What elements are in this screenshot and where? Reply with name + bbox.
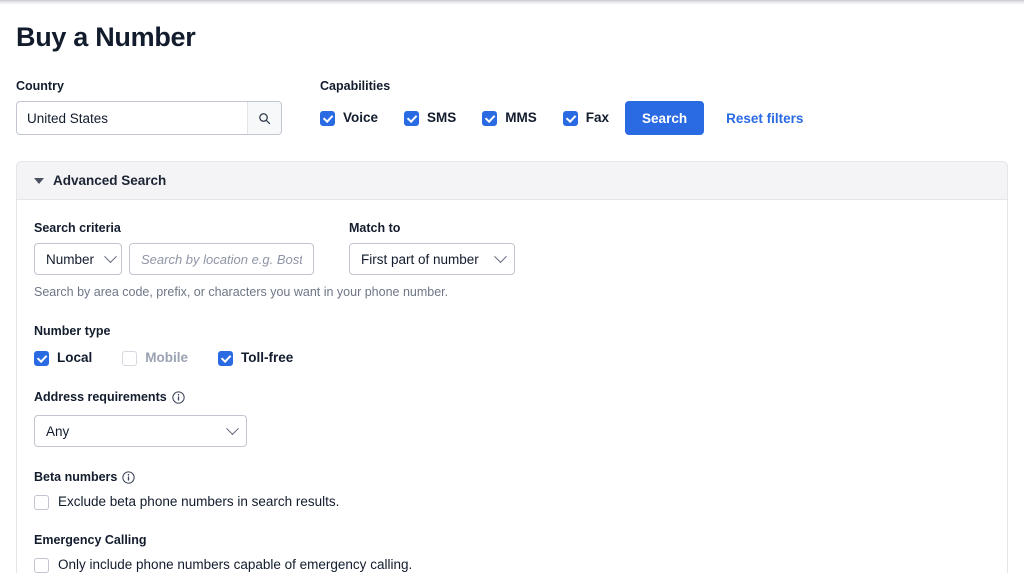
checkbox-box-beta-numbers[interactable] — [34, 494, 49, 510]
capability-checkbox-mms[interactable]: MMS — [482, 110, 537, 126]
number-type-label-mobile: Mobile — [145, 350, 189, 365]
advanced-search-title: Advanced Search — [53, 173, 167, 188]
emergency-calling-section: Emergency Calling Only include phone num… — [34, 532, 990, 573]
checkbox-box-voice[interactable] — [320, 110, 335, 126]
search-criteria-label: Search criteria — [34, 221, 121, 235]
checkbox-box-toll-free[interactable] — [218, 350, 234, 366]
page-title: Buy a Number — [16, 22, 196, 52]
capabilities-row: Voice SMS MMS Fax Search Reset filters — [320, 101, 1008, 135]
reset-filters-link[interactable]: Reset filters — [726, 111, 803, 126]
criteria-row: Search criteria Number Match to First pa… — [34, 220, 990, 275]
emergency-calling-label-text: Emergency Calling — [34, 533, 147, 547]
beta-numbers-checkbox-label: Exclude beta phone numbers in search res… — [58, 494, 340, 509]
country-field-group: Country — [16, 78, 282, 135]
emergency-calling-label: Emergency Calling — [34, 532, 990, 548]
country-search-button[interactable] — [247, 102, 281, 134]
capability-checkbox-sms[interactable]: SMS — [404, 110, 456, 126]
address-requirements-section: Address requirements Any — [34, 389, 990, 447]
capability-label-voice: Voice — [343, 110, 379, 125]
page-container: Buy a Number Country Capabilities — [0, 0, 1024, 573]
match-to-select[interactable]: First part of number — [349, 243, 515, 275]
search-query-input[interactable] — [129, 243, 314, 275]
checkbox-box-mms[interactable] — [482, 110, 498, 126]
primary-filter-row: Country Capabilities Voice — [16, 78, 1008, 135]
number-type-label-toll-free: Toll-free — [241, 350, 294, 365]
info-icon[interactable] — [122, 470, 136, 484]
beta-numbers-checkbox[interactable]: Exclude beta phone numbers in search res… — [34, 494, 990, 510]
country-label: Country — [16, 79, 64, 93]
checkbox-box-mobile — [122, 350, 138, 366]
match-to-label: Match to — [349, 221, 401, 235]
capability-checkbox-voice[interactable]: Voice — [320, 110, 378, 126]
checkbox-box-emergency-calling[interactable] — [34, 557, 49, 573]
capability-checkbox-fax[interactable]: Fax — [562, 110, 610, 126]
number-type-label-local: Local — [57, 350, 93, 365]
checkbox-box-local[interactable] — [34, 350, 49, 366]
chevron-down-icon — [226, 421, 239, 435]
advanced-search-body: Search criteria Number Match to First pa… — [17, 200, 1007, 573]
match-to-value: First part of number — [361, 251, 479, 267]
emergency-calling-checkbox-label: Only include phone numbers capable of em… — [58, 557, 413, 572]
country-input[interactable] — [17, 102, 247, 134]
advanced-search-header[interactable]: Advanced Search — [17, 162, 1007, 200]
search-button[interactable]: Search — [625, 101, 705, 135]
country-input-wrapper — [16, 101, 282, 135]
search-criteria-group: Search criteria Number — [34, 220, 314, 275]
address-requirements-label-text: Address requirements — [34, 390, 167, 404]
search-criteria-controls: Number — [34, 243, 314, 275]
beta-numbers-label: Beta numbers — [34, 469, 990, 485]
number-type-label: Number type — [34, 323, 990, 339]
address-requirements-select[interactable]: Any — [34, 415, 247, 447]
checkbox-box-sms[interactable] — [404, 110, 420, 126]
capability-label-fax: Fax — [585, 110, 610, 125]
search-criteria-helper-text: Search by area code, prefix, or characte… — [34, 285, 449, 299]
emergency-calling-checkbox[interactable]: Only include phone numbers capable of em… — [34, 557, 990, 573]
capabilities-field-group: Capabilities Voice SMS MMS Fax Search Re… — [320, 78, 1008, 135]
checkbox-box-fax[interactable] — [562, 110, 578, 126]
chevron-down-icon — [494, 249, 507, 263]
number-type-checkbox-local[interactable]: Local — [34, 350, 92, 366]
number-type-section: Number type Local Mobile Toll-free — [34, 323, 990, 366]
address-requirements-label: Address requirements — [34, 389, 990, 405]
number-type-row: Local Mobile Toll-free — [34, 350, 990, 366]
capability-label-mms: MMS — [505, 110, 537, 125]
match-to-group: Match to First part of number — [349, 220, 515, 275]
address-requirements-value: Any — [46, 423, 70, 439]
capability-label-sms: SMS — [427, 110, 457, 125]
beta-numbers-section: Beta numbers Exclude beta phone numbers … — [34, 469, 990, 510]
search-criteria-type-value: Number — [46, 251, 95, 267]
number-type-checkbox-mobile: Mobile — [122, 350, 188, 366]
number-type-checkbox-toll-free[interactable]: Toll-free — [218, 350, 293, 366]
chevron-down-icon — [34, 177, 44, 184]
chevron-down-icon — [104, 249, 117, 263]
beta-numbers-label-text: Beta numbers — [34, 470, 118, 484]
search-criteria-type-select[interactable]: Number — [34, 243, 122, 275]
info-icon[interactable] — [172, 390, 185, 404]
capabilities-label: Capabilities — [320, 79, 391, 93]
search-icon — [258, 112, 271, 125]
number-type-label-text: Number type — [34, 324, 111, 338]
advanced-search-panel: Advanced Search Search criteria Number M… — [16, 161, 1008, 573]
